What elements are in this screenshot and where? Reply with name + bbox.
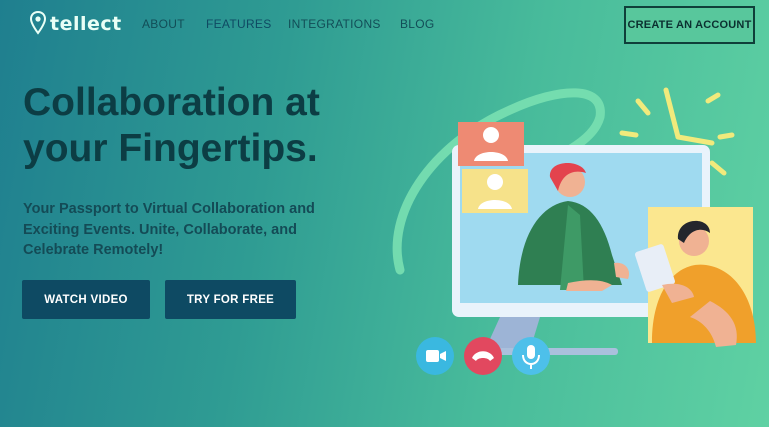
nav-link-integrations[interactable]: INTEGRATIONS [288,17,381,31]
create-account-button[interactable]: CREATE AN ACCOUNT [624,6,755,44]
top-navbar: tellect ABOUT FEATURES INTEGRATIONS BLOG… [0,0,769,48]
nav-link-about[interactable]: ABOUT [142,17,185,31]
nav-link-features[interactable]: FEATURES [206,17,272,31]
video-call-illustration [392,87,756,375]
nav-link-blog[interactable]: BLOG [400,17,435,31]
participant-tile-2 [462,169,528,213]
hang-up-button[interactable] [464,337,502,375]
participant-tile-1 [458,122,524,166]
brand-logo[interactable]: tellect [30,10,122,38]
brand-name: tellect [50,13,122,35]
try-for-free-button[interactable]: TRY FOR FREE [165,280,296,319]
man-tile [635,207,756,347]
location-pin-icon [30,11,46,35]
video-camera-button[interactable] [416,337,454,375]
hero-subtitle: Your Passport to Virtual Collaboration a… [23,201,315,258]
hero-title: Collaboration at your Fingertips. [23,81,320,170]
microphone-button[interactable] [512,337,550,375]
watch-video-button[interactable]: WATCH VIDEO [22,280,150,319]
